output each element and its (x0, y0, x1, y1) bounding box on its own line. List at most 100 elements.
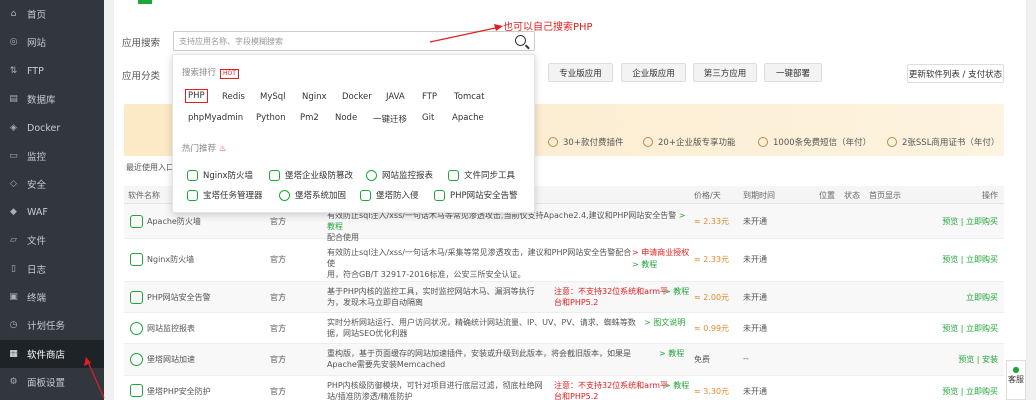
guide-link[interactable]: > 图文说明 (644, 317, 692, 328)
rank-item[interactable]: FTP (422, 92, 437, 102)
tutorial-link[interactable]: > 教程 (664, 380, 689, 391)
category-thirdparty-button[interactable]: 第三方应用 (693, 63, 757, 82)
php-shield-icon (130, 384, 143, 397)
category-deploy-button[interactable]: 一键部署 (764, 63, 822, 82)
search-icon[interactable] (515, 35, 526, 46)
certificate-icon (887, 137, 897, 147)
rank-item[interactable]: phpMyadmin (188, 113, 243, 123)
developer: 官方 (270, 355, 286, 364)
rank-item[interactable]: Nginx (302, 92, 327, 102)
expire: 未开通 (743, 255, 767, 264)
developer: 官方 (270, 387, 286, 396)
recommend-label: 热门推荐 (182, 144, 217, 154)
alarm-icon (434, 189, 445, 201)
sidebar-item-appstore[interactable]: ▦ 软件商店 (0, 340, 104, 368)
recommend-item[interactable]: 网站监控报表 (366, 169, 433, 181)
rank-item[interactable]: Tomcat (454, 92, 484, 102)
sidebar-item-settings[interactable]: ⚙ 面板设置 (0, 368, 104, 396)
plugin-desc: 有效防止sql注入/xss/一句话木马/采集等常见渗透攻击，建议和PHP网站安全… (327, 247, 637, 280)
recent-entry-label: 最近使用入口 (126, 163, 174, 172)
row-actions[interactable]: 预览 | 立即购买 (942, 254, 998, 265)
rank-item[interactable]: Git (422, 113, 434, 123)
col-name: 软件名称 (128, 191, 160, 200)
rank-item[interactable]: MySql (260, 92, 286, 102)
developer: 官方 (270, 324, 286, 333)
recommend-label: 堡塔企业级防篡改 (285, 171, 354, 181)
row-actions[interactable]: 预览 | 立即购买 (942, 216, 998, 227)
search-input[interactable]: 支持应用名称、字段模糊搜索 (173, 31, 535, 51)
terminal-icon: ▣ (9, 291, 18, 302)
plugin-name: 堡塔网站加速 (147, 355, 195, 364)
recommend-label: Nginx防火墙 (203, 171, 254, 181)
feature-label: 30+款付费插件 (563, 138, 624, 148)
sidebar-item-database[interactable]: ▤ 数据库 (0, 85, 104, 113)
category-label: 应用分类 (122, 71, 161, 82)
plugin-desc: 重构版，基于页面缓存的网站加速插件，安装或升级到此版本，将会截旧版本，如果是Ap… (327, 348, 657, 370)
row-actions[interactable]: 预览 | 立即购买 (942, 323, 998, 334)
col-expire: 到期时间 (743, 191, 775, 200)
sidebar-item-waf[interactable]: ◆ WAF (0, 198, 104, 226)
sidebar-item-home[interactable]: ⌂ 首页 (0, 0, 104, 28)
sidebar-item-monitor[interactable]: ▭ 监控 (0, 142, 104, 170)
tutorial-link[interactable]: > 教程 (632, 259, 657, 270)
clock-icon: ◷ (9, 319, 18, 330)
rank-item[interactable]: Apache (452, 113, 484, 123)
rank-item-php[interactable]: PHP (185, 89, 208, 103)
apply-license-link[interactable]: > 申请商业授权 (632, 247, 692, 258)
scrollbar[interactable] (1028, 0, 1036, 400)
rank-item[interactable]: Redis (222, 92, 245, 102)
row-actions[interactable]: 预览 | 安装 (958, 354, 998, 365)
recommend-item[interactable]: 堡塔企业级防篡改 (269, 169, 353, 181)
recommend-label: 堡塔防入侵 (376, 191, 419, 201)
search-rank-title: 搜索排行 HOT (182, 66, 239, 79)
rank-item[interactable]: Python (256, 113, 285, 123)
sidebar-item-docker[interactable]: ◈ Docker (0, 114, 104, 142)
tutorial-link[interactable]: > 教程 (664, 286, 689, 297)
update-software-list-button[interactable]: 更新软件列表 / 支付状态 (907, 64, 1004, 83)
rank-item[interactable]: JAVA (386, 92, 405, 102)
rank-item[interactable]: Node (335, 113, 357, 123)
rank-item[interactable]: Docker (342, 92, 372, 102)
sidebar-item-ftp[interactable]: ⇅ FTP (0, 57, 104, 85)
sidebar-item-label: FTP (27, 65, 44, 77)
rank-item[interactable]: Pm2 (300, 113, 319, 123)
recommend-item[interactable]: PHP网站安全告警 (434, 189, 518, 201)
annotation-text: 也可以自己搜索PHP (503, 22, 593, 33)
feature-ssl: 2张SSL商用证书（年付） (887, 136, 999, 148)
sidebar-item-security[interactable]: ◇ 安全 (0, 170, 104, 198)
waf-icon: ◆ (10, 206, 17, 217)
sidebar-item-logs[interactable]: ▯ 日志 (0, 255, 104, 283)
developer: 官方 (270, 217, 286, 226)
active-tab-indicator (138, 0, 152, 4)
sidebar-item-label: 计划任务 (27, 321, 66, 332)
customer-service-button[interactable]: ● 客服 (1006, 360, 1026, 400)
shield-icon (279, 189, 290, 201)
file-sync-icon (448, 169, 459, 181)
category-enterprise-button[interactable]: 企业版应用 (621, 63, 686, 82)
row-actions[interactable]: 预览 | 立即购买 (942, 386, 998, 397)
recommend-item[interactable]: 堡塔防入侵 (360, 189, 419, 201)
sidebar-item-files[interactable]: ▱ 文件 (0, 226, 104, 254)
recommend-label: 宝塔任务管理器 (203, 191, 263, 201)
recommend-item[interactable]: 堡塔系统加固 (279, 189, 346, 201)
recommend-item[interactable]: 宝塔任务管理器 (187, 189, 263, 201)
category-pro-button[interactable]: 专业版应用 (548, 63, 613, 82)
warning-text: 注意：不支持32位系统和arm平台和PHP5.2 (554, 287, 669, 307)
tutorial-link[interactable]: > 教程 (659, 348, 684, 359)
recommend-item[interactable]: Nginx防火墙 (187, 169, 253, 181)
sidebar-item-website[interactable]: ◎ 网站 (0, 28, 104, 56)
gear-icon: ⚙ (9, 376, 18, 387)
recommend-item[interactable]: 文件同步工具 (448, 169, 515, 181)
rank-item[interactable]: 一键迁移 (373, 113, 407, 125)
tamper-proof-icon (269, 169, 280, 181)
sidebar-item-label: 软件商店 (27, 350, 66, 361)
feature-sms: 1000条免费短信（年付） (758, 136, 871, 148)
row-actions[interactable]: 立即购买 (966, 292, 998, 303)
sidebar-item-label: 日志 (27, 265, 47, 276)
sidebar-item-label: 首页 (27, 10, 47, 21)
log-icon: ▯ (11, 263, 16, 274)
plugin-desc: 基于PHP内核的监控工具，实时监控网站木马、漏洞等执行为，发现木马立即自动隔离 (327, 286, 549, 308)
sidebar-item-crontab[interactable]: ◷ 计划任务 (0, 311, 104, 339)
sidebar-item-terminal[interactable]: ▣ 终端 (0, 283, 104, 311)
enterprise-icon (643, 137, 653, 147)
